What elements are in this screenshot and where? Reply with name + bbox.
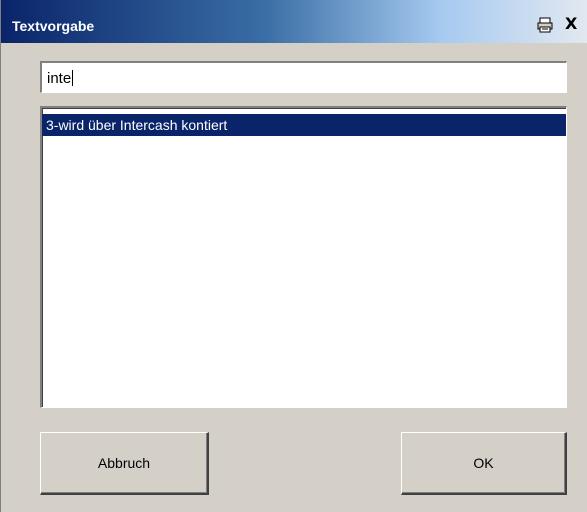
title-bar[interactable]: Textvorgabe X [1,0,587,43]
text-listbox[interactable]: 3-wird über Intercash kontiert [40,106,567,408]
cancel-button[interactable]: Abbruch [40,432,209,495]
list-item-label: 3-wird über Intercash kontiert [46,117,228,133]
ok-button[interactable]: OK [401,432,567,495]
search-input[interactable]: inte [40,61,567,93]
printer-icon[interactable] [537,17,553,33]
window-title: Textvorgabe [12,18,95,34]
text-caret [72,70,74,86]
dialog-window: Textvorgabe X inte 3-wird über Intercash… [0,0,587,512]
search-input-value: inte [47,70,72,87]
list-item[interactable]: 3-wird über Intercash kontiert [42,114,566,136]
close-icon[interactable]: X [565,14,587,34]
